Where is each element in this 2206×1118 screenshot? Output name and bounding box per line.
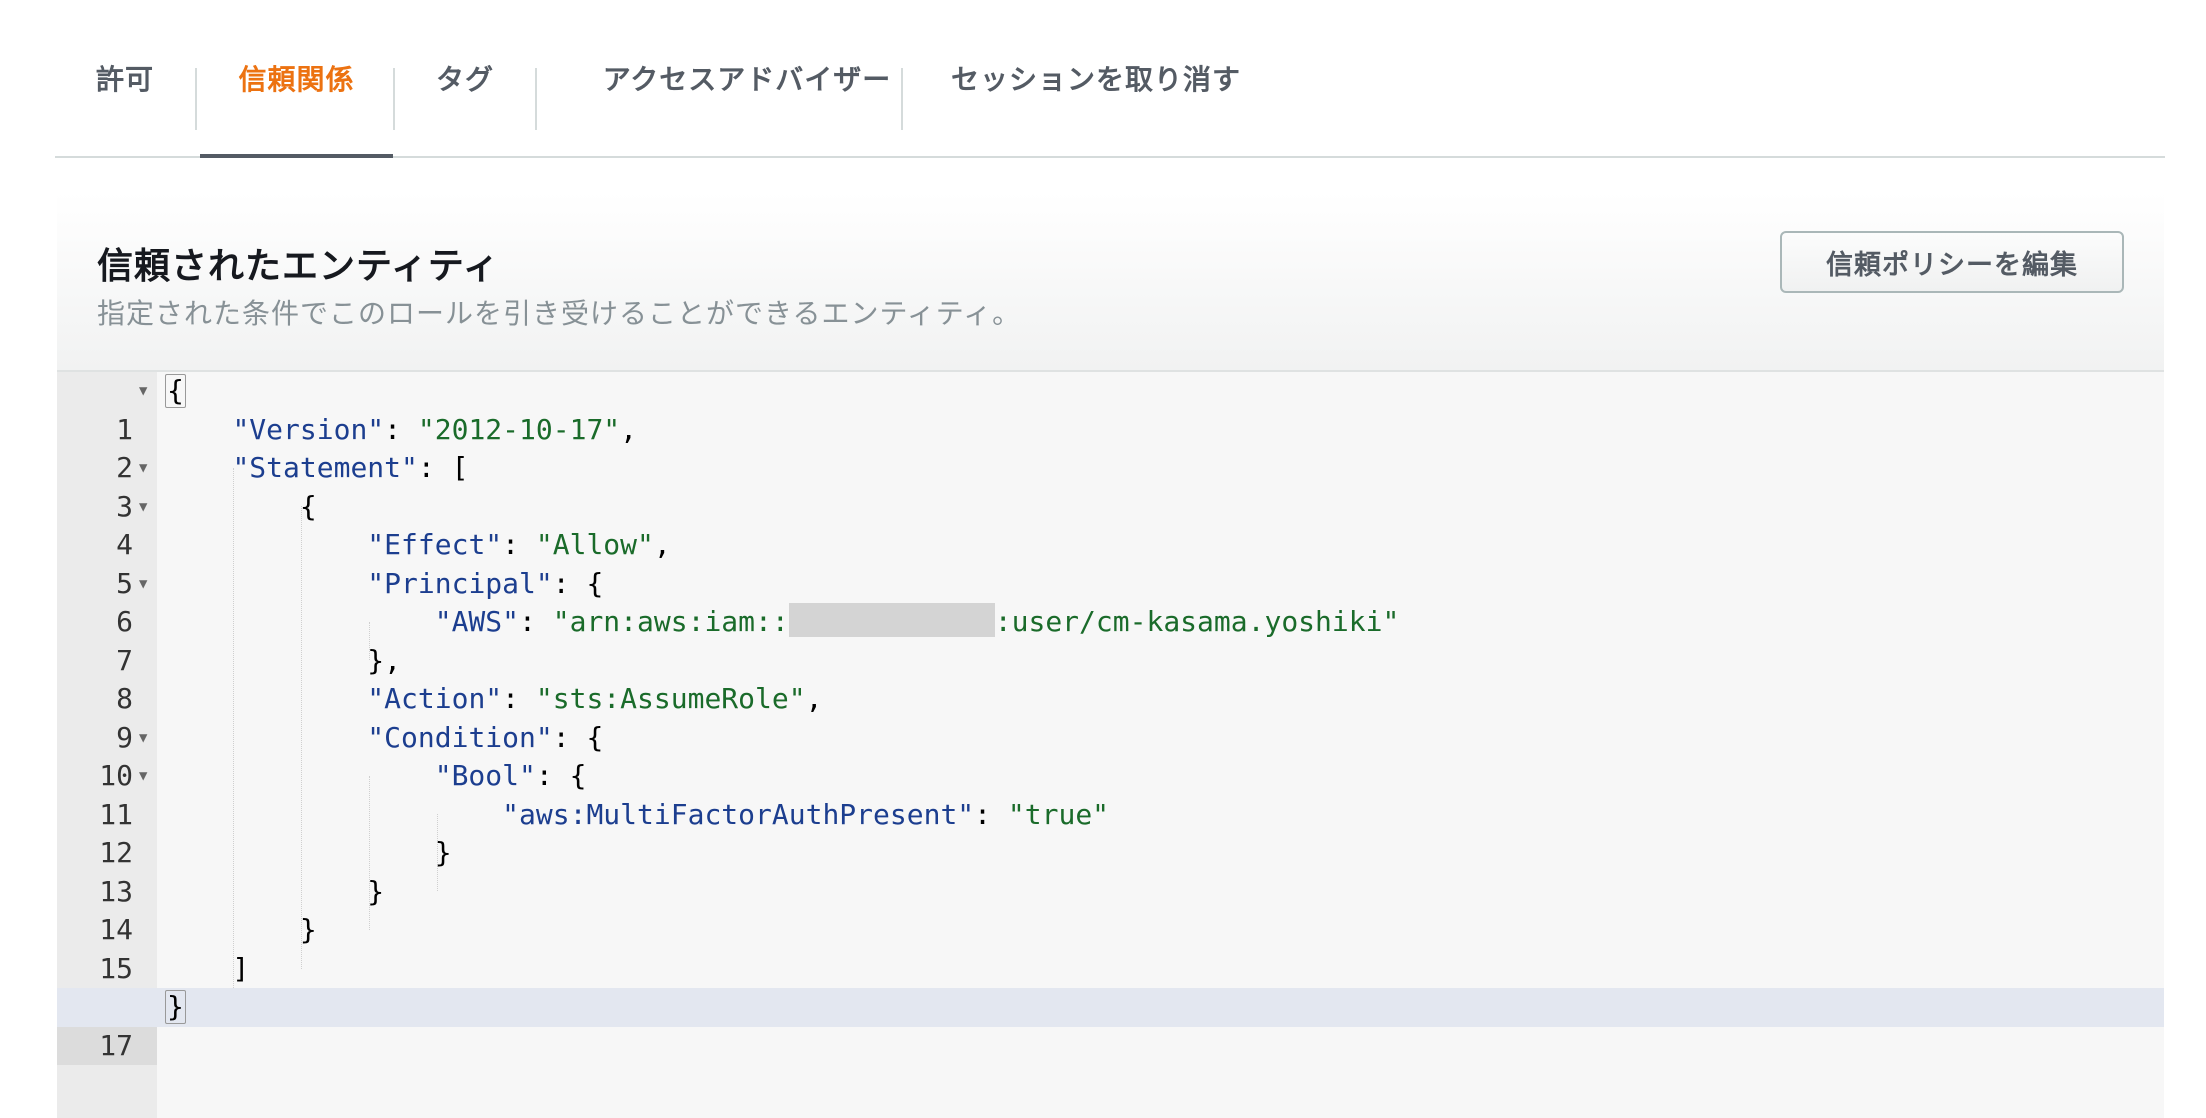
tab-access-advisor[interactable]: アクセスアドバイザー — [537, 0, 957, 156]
json-key: "aws:MultiFactorAuthPresent" — [502, 797, 975, 831]
code-line: 5 "Effect": "Allow", — [57, 526, 2164, 600]
fold-arrow-icon[interactable]: ▼ — [139, 719, 147, 758]
tab-permissions[interactable]: 許可 — [55, 0, 195, 156]
tab-divider — [195, 68, 197, 130]
line-number: 17 — [57, 1026, 157, 1065]
fold-arrow-icon[interactable]: ▼ — [139, 488, 147, 527]
json-string: "true" — [1007, 797, 1110, 831]
json-key: "Action" — [367, 682, 503, 715]
json-key: "Principal" — [367, 566, 553, 600]
tab-bar: 許可 信頼関係 タグ アクセスアドバイザー セッションを取り消す — [55, 0, 2165, 158]
json-brace: } — [165, 990, 186, 1024]
trust-policy-code-editor[interactable]: 1 ▼ { 2 "Version": "2012-10-17", 3 ▼ "St… — [57, 372, 2164, 1118]
json-string: :user/cm-kasama.yoshiki" — [994, 605, 1400, 638]
fold-arrow-icon[interactable]: ▼ — [139, 757, 147, 796]
fold-arrow-icon[interactable]: ▼ — [139, 565, 147, 604]
json-string: "sts:AssumeRole" — [535, 682, 806, 715]
code-line: 3 ▼ "Statement": [ — [57, 449, 2164, 523]
json-key: "Version" — [232, 412, 385, 446]
trusted-entities-header: 信頼されたエンティティ 指定された条件でこのロールを引き受けることができるエンテ… — [57, 192, 2164, 372]
code-line: 11 ▼ "Bool": { — [57, 757, 2164, 831]
json-string: "arn:aws:iam:: — [552, 605, 789, 638]
code-line: 14 } — [57, 873, 2164, 947]
code-line: 6 ▼ "Principal": { — [57, 565, 2164, 639]
fold-arrow-icon[interactable]: ▼ — [139, 372, 147, 411]
code-line: 1 ▼ { — [57, 372, 2164, 446]
json-key: "Condition" — [367, 720, 553, 754]
json-key: "Statement" — [232, 451, 418, 484]
json-string: "Allow" — [535, 528, 654, 561]
code-line: 16 ] — [57, 950, 2164, 1024]
json-key: "Bool" — [434, 759, 536, 792]
json-brace: { — [165, 374, 186, 408]
edit-trust-policy-button[interactable]: 信頼ポリシーを編集 — [1780, 231, 2124, 293]
code-line: 12 "aws:MultiFactorAuthPresent": "true" — [57, 796, 2164, 870]
json-key: "AWS" — [434, 605, 520, 638]
redacted-account-id — [788, 603, 995, 637]
code-line-active: 17 } — [57, 988, 2164, 1065]
panel-title: 信頼されたエンティティ — [97, 246, 500, 287]
code-line: 8 }, — [57, 642, 2164, 716]
tab-tags[interactable]: タグ — [395, 0, 535, 156]
code-line: 2 "Version": "2012-10-17", — [57, 411, 2164, 485]
panel-description: 指定された条件でこのロールを引き受けることができるエンティティ。 — [97, 297, 1022, 330]
json-key: "Effect" — [367, 528, 503, 561]
code-line: 13 } — [57, 834, 2164, 908]
json-string: "2012-10-17" — [417, 412, 621, 446]
code-line: 7 "AWS": "arn:aws:iam:::user/cm-kasama.y… — [57, 603, 2164, 677]
code-line: 9 "Action": "sts:AssumeRole", — [57, 680, 2164, 754]
code-line: 10 ▼ "Condition": { — [57, 719, 2164, 793]
code-line: 4 ▼ { — [57, 488, 2164, 562]
tab-trust-relationships[interactable]: 信頼関係 — [200, 0, 393, 158]
code-line: 15 } — [57, 911, 2164, 985]
fold-arrow-icon[interactable]: ▼ — [139, 449, 147, 488]
tab-revoke-sessions[interactable]: セッションを取り消す — [903, 0, 1289, 156]
